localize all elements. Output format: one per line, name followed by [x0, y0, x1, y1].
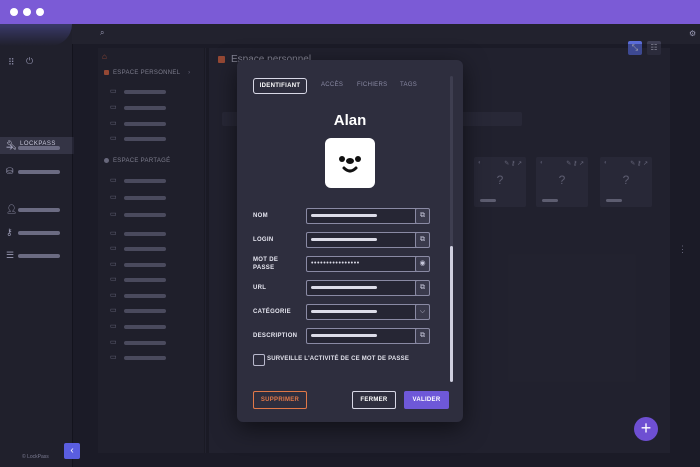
field-categorie: CATÉGORIE ⌵: [253, 304, 430, 320]
face-icon: [339, 156, 361, 173]
user-icon: 👤︎: [6, 204, 18, 214]
entry-avatar[interactable]: [325, 138, 375, 188]
field-label-line2: PASSE: [253, 265, 275, 271]
field-nom: NOM ⧉: [253, 208, 430, 224]
tab-tags[interactable]: TAGS: [400, 78, 417, 92]
field-label: LOGIN: [253, 237, 274, 243]
rail-item-label-placeholder: [18, 208, 60, 212]
url-input[interactable]: [306, 280, 418, 296]
monitor-checkbox[interactable]: [253, 354, 265, 366]
rail-footer: © LockPass: [22, 454, 49, 460]
field-login: LOGIN ⧉: [253, 232, 430, 248]
value-placeholder: [311, 238, 377, 241]
close-button[interactable]: FERMER: [352, 391, 396, 409]
eye-icon[interactable]: ◉: [415, 256, 430, 272]
window-maximize-dot[interactable]: [36, 8, 44, 16]
collapse-sidebar-button[interactable]: ‹: [64, 443, 80, 459]
field-url: URL ⧉: [253, 280, 430, 296]
copy-icon[interactable]: ⧉: [415, 232, 430, 248]
rail-item-key[interactable]: ⚷: [0, 225, 72, 241]
window-titlebar: [0, 0, 700, 24]
entry-modal: IDENTIFIANT ACCÈS FICHIERS TAGS Alan NOM…: [237, 60, 463, 422]
validate-button[interactable]: VALIDER: [404, 391, 449, 409]
field-password: MOT DE PASSE •••••••••••••••• ◉: [253, 256, 430, 272]
arrow-right-icon: ➔: [6, 142, 14, 152]
value-placeholder: [311, 334, 377, 337]
password-input[interactable]: ••••••••••••••••: [306, 256, 418, 272]
rail-item-login[interactable]: ➔: [0, 140, 72, 156]
rail-header-decoration: [0, 24, 72, 46]
rail-item-user[interactable]: 👤︎: [0, 202, 72, 218]
description-input[interactable]: [306, 328, 418, 344]
top-toolbar: ⌕ ⚙: [72, 24, 700, 44]
password-mask: ••••••••••••••••: [311, 260, 360, 267]
field-label: CATÉGORIE: [253, 309, 291, 315]
modal-scrollbar[interactable]: [450, 76, 453, 382]
rail-item-label-placeholder: [18, 254, 60, 258]
value-placeholder: [311, 310, 377, 313]
grid-icon[interactable]: ⠿: [8, 57, 15, 68]
field-label: DESCRIPTION: [253, 333, 298, 339]
scrollbar-thumb[interactable]: [450, 246, 453, 382]
copy-icon[interactable]: ⧉: [415, 328, 430, 344]
value-placeholder: [311, 214, 377, 217]
tab-acces[interactable]: ACCÈS: [321, 78, 343, 92]
value-placeholder: [311, 286, 377, 289]
window-close-dot[interactable]: [10, 8, 18, 16]
field-label: URL: [253, 285, 267, 291]
power-icon[interactable]: ⏻: [26, 56, 33, 67]
field-label: NOM: [253, 213, 268, 219]
settings-gear-icon[interactable]: ⚙: [689, 29, 696, 38]
add-entry-button[interactable]: +: [634, 417, 658, 441]
delete-button[interactable]: SUPPRIMER: [253, 391, 307, 409]
database-icon: ⛁: [6, 166, 14, 176]
key-icon: ⚷: [6, 227, 13, 237]
chevron-down-icon[interactable]: ⌵: [415, 304, 430, 320]
rail-item-database[interactable]: ⛁: [0, 164, 72, 180]
categorie-select[interactable]: [306, 304, 418, 320]
entry-name: Alan: [333, 112, 367, 129]
app-window: ⠿ ⏻ 🔧︎ LOCKPASS ➔ ⛁ 👤︎ ⚷ ☰ © LockPass ⌕ …: [0, 0, 700, 467]
monitor-checkbox-label[interactable]: SURVEILLE L'ACTIVITÉ DE CE MOT DE PASSE: [267, 356, 409, 362]
rail-item-label-placeholder: [18, 231, 60, 235]
copy-icon[interactable]: ⧉: [415, 208, 430, 224]
window-minimize-dot[interactable]: [23, 8, 31, 16]
login-input[interactable]: [306, 232, 418, 248]
search-icon[interactable]: ⌕: [100, 28, 104, 38]
tab-identifiant[interactable]: IDENTIFIANT: [253, 78, 307, 94]
field-description: DESCRIPTION ⧉: [253, 328, 430, 344]
rail-item-label-placeholder: [18, 170, 60, 174]
rail-item-list[interactable]: ☰: [0, 248, 72, 264]
tab-fichiers[interactable]: FICHIERS: [357, 78, 387, 92]
rail-item-label-placeholder: [18, 146, 60, 150]
field-label-line1: MOT DE: [253, 257, 279, 263]
left-rail: ⠿ ⏻ 🔧︎ LOCKPASS ➔ ⛁ 👤︎ ⚷ ☰ © LockPass: [0, 24, 74, 467]
field-label: MOT DE PASSE: [253, 256, 303, 272]
menu-icon: ☰: [6, 250, 15, 260]
copy-icon[interactable]: ⧉: [415, 280, 430, 296]
nom-input[interactable]: [306, 208, 418, 224]
